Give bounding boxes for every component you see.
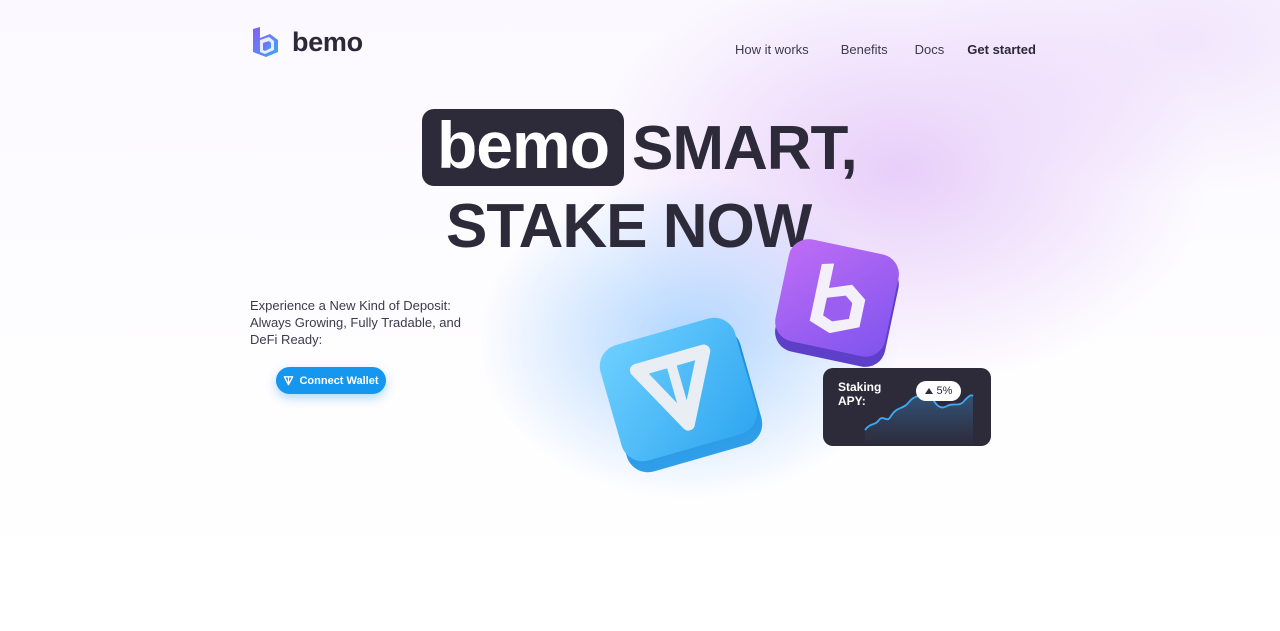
staking-apy-card: Staking APY: 5%	[823, 368, 991, 446]
top-nav: How it works Benefits Docs Get started	[735, 42, 1036, 57]
bottom-strip	[0, 570, 1280, 631]
nav-docs[interactable]: Docs	[915, 42, 945, 57]
connect-wallet-button[interactable]: Connect Wallet	[276, 367, 386, 394]
staking-apy-value: 5%	[936, 385, 953, 397]
nav-benefits[interactable]: Benefits	[841, 42, 888, 57]
nav-get-started[interactable]: Get started	[967, 42, 1036, 57]
headline-line-1: SMART,	[632, 114, 858, 183]
hero-background	[0, 0, 1280, 570]
arrow-up-icon	[924, 388, 933, 394]
headline-line-2: STAKE NOW	[446, 192, 812, 261]
nav-how-it-works[interactable]: How it works	[735, 42, 809, 57]
bemo-tile-icon	[775, 239, 899, 367]
ton-icon	[284, 376, 294, 386]
staking-apy-label: Staking APY:	[838, 380, 882, 408]
staking-apy-badge: 5%	[916, 381, 961, 401]
bemo-logo-icon	[253, 27, 278, 57]
headline-brand-pill: bemo	[422, 109, 624, 186]
ton-logo-icon	[599, 317, 763, 473]
brand-name: bemo	[292, 26, 363, 57]
hero-description: Experience a New Kind of Deposit: Always…	[250, 298, 461, 347]
connect-wallet-label: Connect Wallet	[299, 374, 379, 387]
headline-brand-text: bemo	[436, 107, 610, 182]
brand-logo[interactable]: bemo	[250, 26, 363, 58]
